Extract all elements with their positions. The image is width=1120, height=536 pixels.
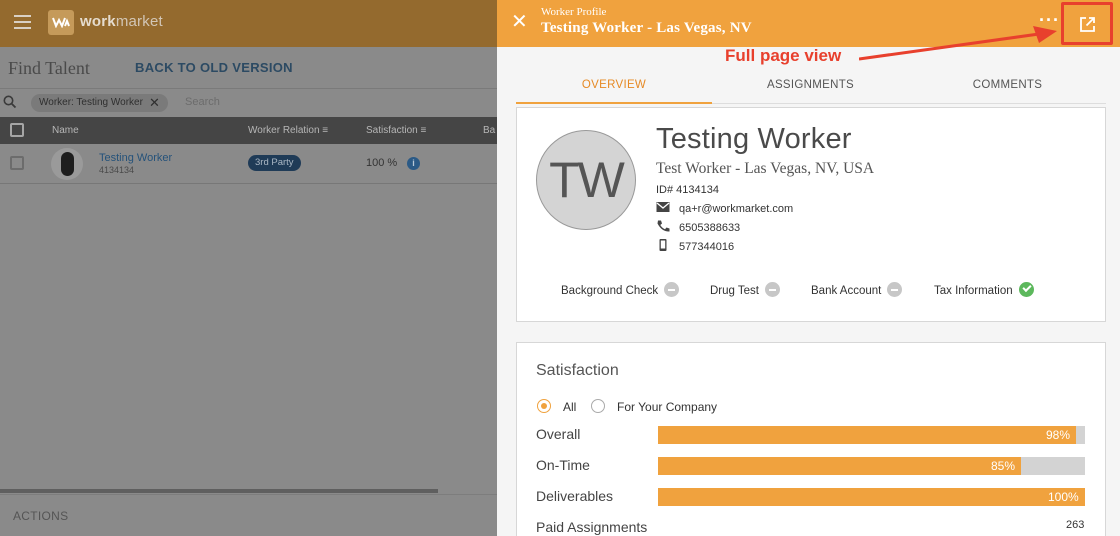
logo-text-market: market — [115, 13, 163, 30]
verified-check-icon — [1018, 282, 1034, 297]
worker-profile-panel: ✕ Worker Profile Testing Worker - Las Ve… — [497, 0, 1120, 536]
avatar: TW — [536, 130, 636, 230]
search-icon — [3, 95, 17, 109]
email-value[interactable]: qa+r@workmarket.com — [679, 203, 793, 215]
filter-chip-worker[interactable]: Worker: Testing Worker ✕ — [31, 94, 168, 112]
search-input[interactable]: Search — [185, 96, 220, 108]
metric-on-time-label: On-Time — [536, 457, 590, 473]
filter-icon[interactable]: ≡ — [420, 125, 426, 136]
paid-assignments-label: Paid Assignments — [536, 519, 648, 535]
check-label: Drug Test — [710, 285, 760, 297]
satisfaction-value: 100 % — [366, 157, 398, 169]
worker-name: Testing Worker — [656, 123, 852, 155]
email-icon — [656, 202, 670, 212]
menu-icon[interactable] — [14, 15, 31, 29]
search-row: Worker: Testing Worker ✕ Search — [0, 88, 497, 116]
worker-id: 4134134 — [99, 165, 135, 175]
mobile-value[interactable]: 577344016 — [679, 241, 734, 253]
metric-fill — [658, 457, 1021, 475]
actions-bar: ACTIONS — [0, 494, 497, 536]
filter-chip-label: Worker: Testing Worker — [39, 97, 143, 108]
phone-icon — [657, 220, 670, 232]
relation-badge: 3rd Party — [248, 155, 301, 171]
logo-text-work: work — [80, 13, 116, 30]
not-verified-icon — [765, 282, 781, 297]
actions-label[interactable]: ACTIONS — [13, 509, 68, 523]
drug-test-status: Drug Test — [710, 282, 781, 297]
profile-card: TW Testing Worker Test Worker - Las Vega… — [516, 107, 1106, 322]
metric-value: 85% — [991, 459, 1016, 473]
mobile-phone-icon — [659, 239, 667, 251]
table-row[interactable]: Testing Worker 4134134 3rd Party 100 % i — [0, 144, 497, 184]
panel-title: Testing Worker - Las Vegas, NV — [541, 20, 752, 36]
tab-assignments[interactable]: ASSIGNMENTS — [712, 72, 909, 104]
top-app-bar: workmarket — [0, 0, 497, 47]
bank-account-status: Bank Account — [811, 282, 903, 297]
filter-icon[interactable]: ≡ — [322, 125, 328, 136]
workmarket-logo-text[interactable]: workmarket — [80, 13, 163, 30]
horizontal-scrollbar[interactable] — [0, 489, 438, 493]
avatar — [51, 148, 83, 180]
column-header-truncated[interactable]: Ba — [483, 125, 495, 136]
page-title: Find Talent — [8, 58, 90, 78]
annotation-label: Full page view — [725, 46, 842, 65]
metric-fill — [658, 426, 1076, 444]
column-header-satisfaction[interactable]: Satisfaction ≡ — [366, 125, 426, 136]
phone-line[interactable]: 6505388633 — [656, 220, 740, 234]
metric-deliverables-bar: 100% — [658, 488, 1085, 506]
metric-fill — [658, 488, 1085, 506]
metric-overall-bar: 98% — [658, 426, 1085, 444]
column-header-worker-relation[interactable]: Worker Relation ≡ — [248, 125, 328, 136]
mobile-line[interactable]: 577344016 — [656, 239, 734, 253]
metric-overall-label: Overall — [536, 426, 581, 442]
filter-all-radio[interactable] — [537, 399, 551, 413]
info-icon[interactable]: i — [407, 157, 420, 170]
worker-name-link[interactable]: Testing Worker — [99, 152, 172, 164]
panel-tabs: OVERVIEW ASSIGNMENTS COMMENTS — [516, 72, 1106, 104]
worker-id: ID# 4134134 — [656, 184, 719, 196]
back-to-old-version-link[interactable]: BACK TO OLD VERSION — [135, 60, 293, 75]
worker-title: Test Worker - Las Vegas, NV, USA — [656, 160, 875, 177]
filter-all-label[interactable]: All — [563, 400, 576, 414]
full-page-view-button[interactable] — [1061, 2, 1113, 45]
metric-value: 98% — [1046, 428, 1071, 442]
open-in-new-icon — [1080, 17, 1095, 32]
metric-value: 100% — [1048, 490, 1079, 504]
column-header-name[interactable]: Name — [52, 125, 79, 136]
select-all-checkbox[interactable] — [10, 123, 24, 137]
column-header-label: Satisfaction — [366, 125, 418, 136]
tab-comments[interactable]: COMMENTS — [909, 72, 1106, 104]
background-check-status: Background Check — [561, 282, 680, 297]
panel-subtitle: Worker Profile — [541, 6, 607, 18]
find-talent-app: workmarket Find Talent BACK TO OLD VERSI… — [0, 0, 497, 536]
metric-deliverables-label: Deliverables — [536, 488, 614, 504]
email-line[interactable]: qa+r@workmarket.com — [656, 201, 793, 215]
close-icon[interactable]: ✕ — [511, 12, 528, 32]
not-verified-icon — [887, 282, 903, 297]
filter-company-label[interactable]: For Your Company — [617, 400, 717, 414]
check-label: Bank Account — [811, 285, 882, 297]
metric-on-time-bar: 85% — [658, 457, 1085, 475]
satisfaction-card: Satisfaction All For Your Company Overal… — [516, 342, 1106, 536]
not-verified-icon — [664, 282, 680, 297]
check-label: Background Check — [561, 285, 659, 297]
table-header: Name Worker Relation ≡ Satisfaction ≡ Ba — [0, 117, 497, 144]
paid-assignments-value: 263 — [1066, 519, 1085, 531]
tab-overview[interactable]: OVERVIEW — [516, 72, 712, 104]
check-label: Tax Information — [934, 285, 1013, 297]
satisfaction-title: Satisfaction — [536, 362, 619, 379]
workmarket-logo-icon — [48, 10, 74, 35]
column-header-label: Worker Relation — [248, 125, 320, 136]
tax-information-status: Tax Information — [934, 282, 1034, 297]
annotation-arrow-icon — [859, 26, 1057, 61]
filter-company-radio[interactable] — [591, 399, 605, 413]
row-checkbox[interactable] — [10, 156, 24, 170]
remove-filter-icon[interactable]: ✕ — [149, 94, 160, 112]
phone-value[interactable]: 6505388633 — [679, 222, 740, 234]
